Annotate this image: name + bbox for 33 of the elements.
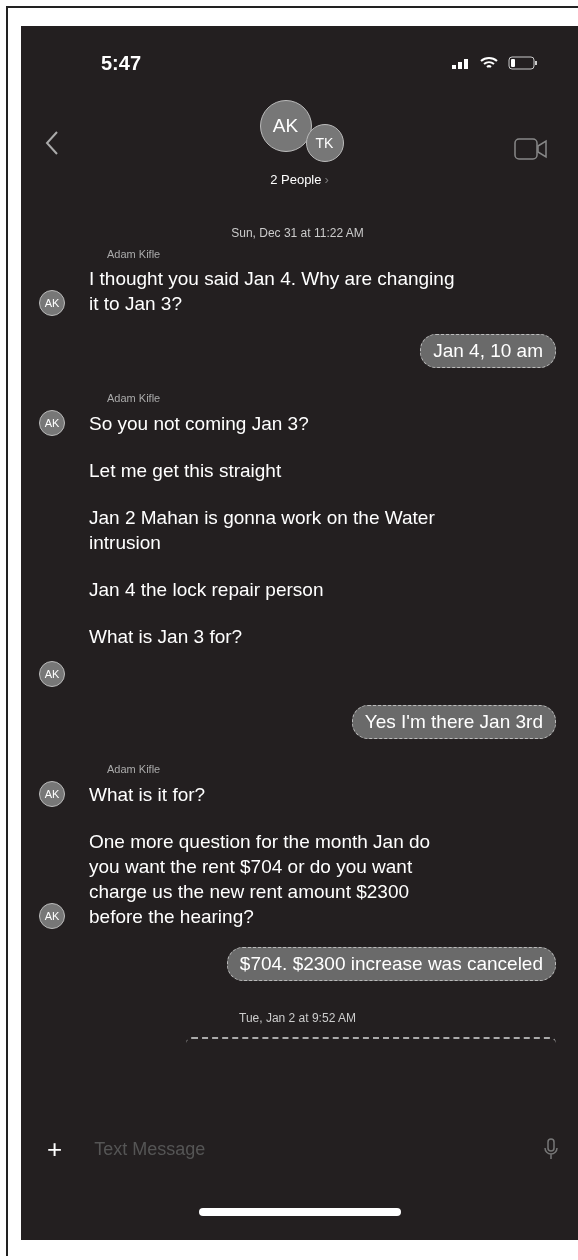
incoming-message: So you not coming Jan 3? [89,412,309,436]
wifi-icon [480,56,498,70]
back-icon[interactable] [45,130,59,156]
incoming-message: Jan 2 Mahan is gonna work on the Water intrusion [89,506,436,555]
sender-avatar[interactable]: AK [39,410,65,436]
sender-avatar[interactable]: AK [39,661,65,687]
contact-avatar[interactable]: AK [259,100,312,152]
incoming-message: What is Jan 3 for? [89,625,243,649]
chevron-icon: › [324,172,329,187]
incoming-message: What is it for? [89,783,206,807]
status-time: 5:47 [101,51,142,75]
conversation-title[interactable]: 2 People [270,172,322,187]
outgoing-message: Yes I'm there Jan 3rd [351,705,556,739]
outgoing-message: $704. $2300 increase was canceled [226,947,556,981]
sender-avatar[interactable]: AK [39,290,65,316]
video-camera-icon[interactable] [514,138,548,160]
contact-avatar[interactable]: TK [305,124,344,162]
incoming-message: One more question for the month Jan do you want the rent $704 or do you want charge us the new rent amount $2300 before the hearing? [89,830,432,929]
timestamp: Sun, Dec 31 at 11:22 AM [231,226,364,240]
incoming-message: Let me get this straight [89,459,282,483]
sender-name: Adam Kifle [106,763,162,775]
sender-name: Adam Kifle [106,248,162,260]
microphone-icon[interactable] [544,1138,558,1160]
incoming-message: Jan 4 the lock repair person [89,578,324,602]
sender-name: Adam Kifle [106,392,162,404]
outgoing-message: Jan 4, 10 am [420,334,556,368]
timestamp: Tue, Jan 2 at 9:52 AM [239,1011,356,1025]
incoming-message: I thought you said Jan 4. Why are changing it to Jan 3? [89,267,456,316]
battery-icon [508,56,538,70]
sender-avatar[interactable]: AK [39,781,65,807]
signal-icon [452,57,470,69]
add-button[interactable]: + [47,1133,63,1165]
sender-avatar[interactable]: AK [39,903,65,929]
